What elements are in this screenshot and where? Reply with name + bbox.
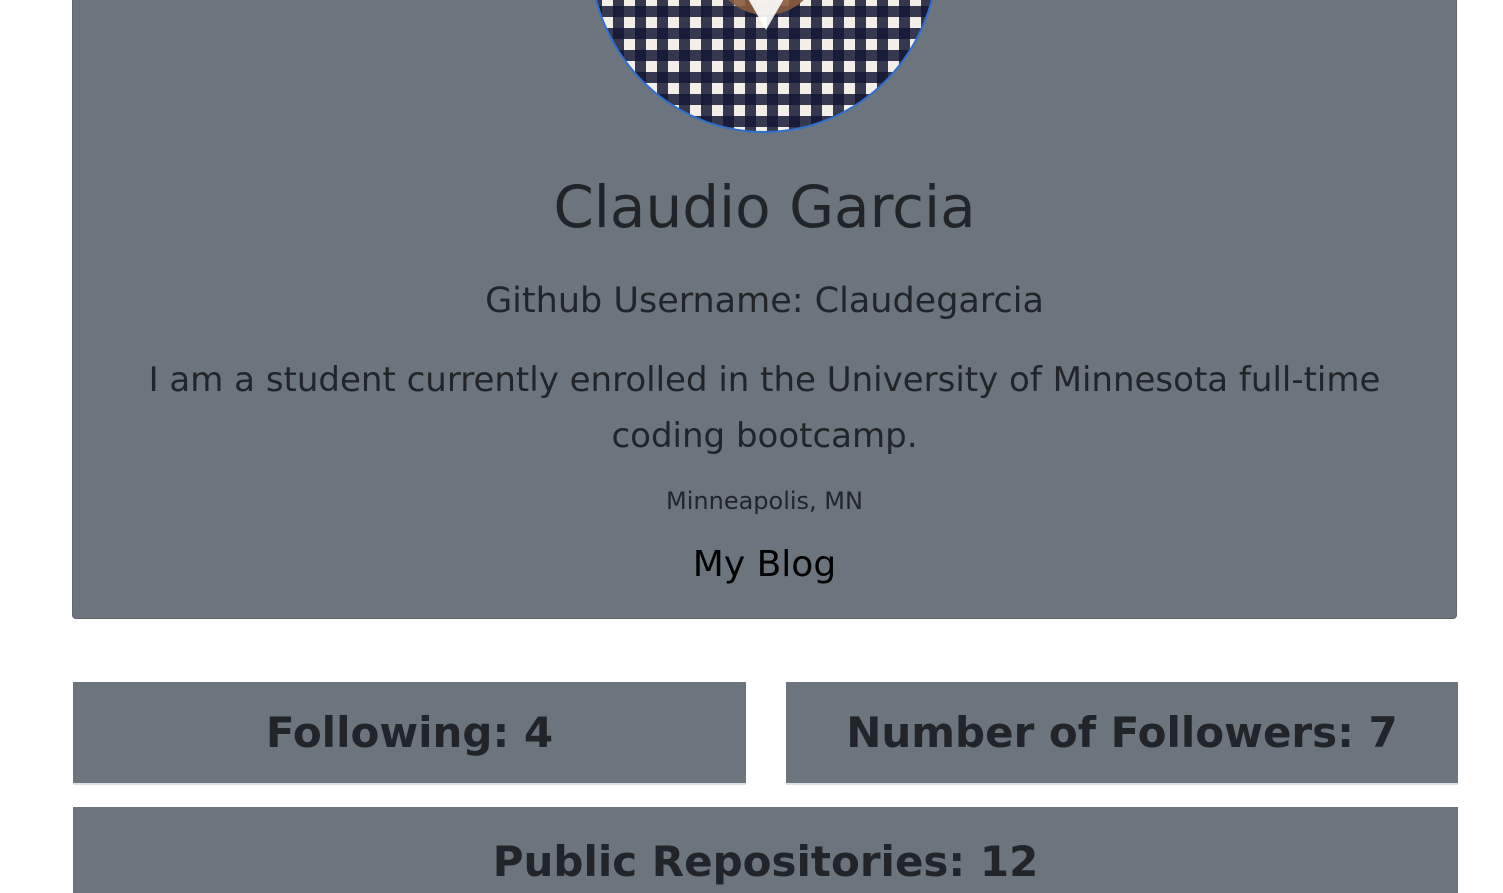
profile-avatar (589, 0, 939, 133)
blog-link-container: My Blog (73, 541, 1456, 589)
following-count-card: Following: 4 (73, 682, 746, 785)
public-repositories-card: Public Repositories: 12 (73, 807, 1458, 893)
profile-location: Minneapolis, MN (666, 487, 863, 515)
page: Claudio Garcia Github Username: Claudega… (0, 0, 1503, 893)
profile-card: Claudio Garcia Github Username: Claudega… (72, 0, 1457, 619)
followers-count-card: Number of Followers: 7 (786, 682, 1458, 785)
profile-bio: I am a student currently enrolled in the… (148, 360, 1381, 456)
github-username: Github Username: Claudegarcia (485, 281, 1044, 321)
blog-link[interactable]: My Blog (693, 544, 836, 585)
profile-name: Claudio Garcia (553, 173, 976, 241)
